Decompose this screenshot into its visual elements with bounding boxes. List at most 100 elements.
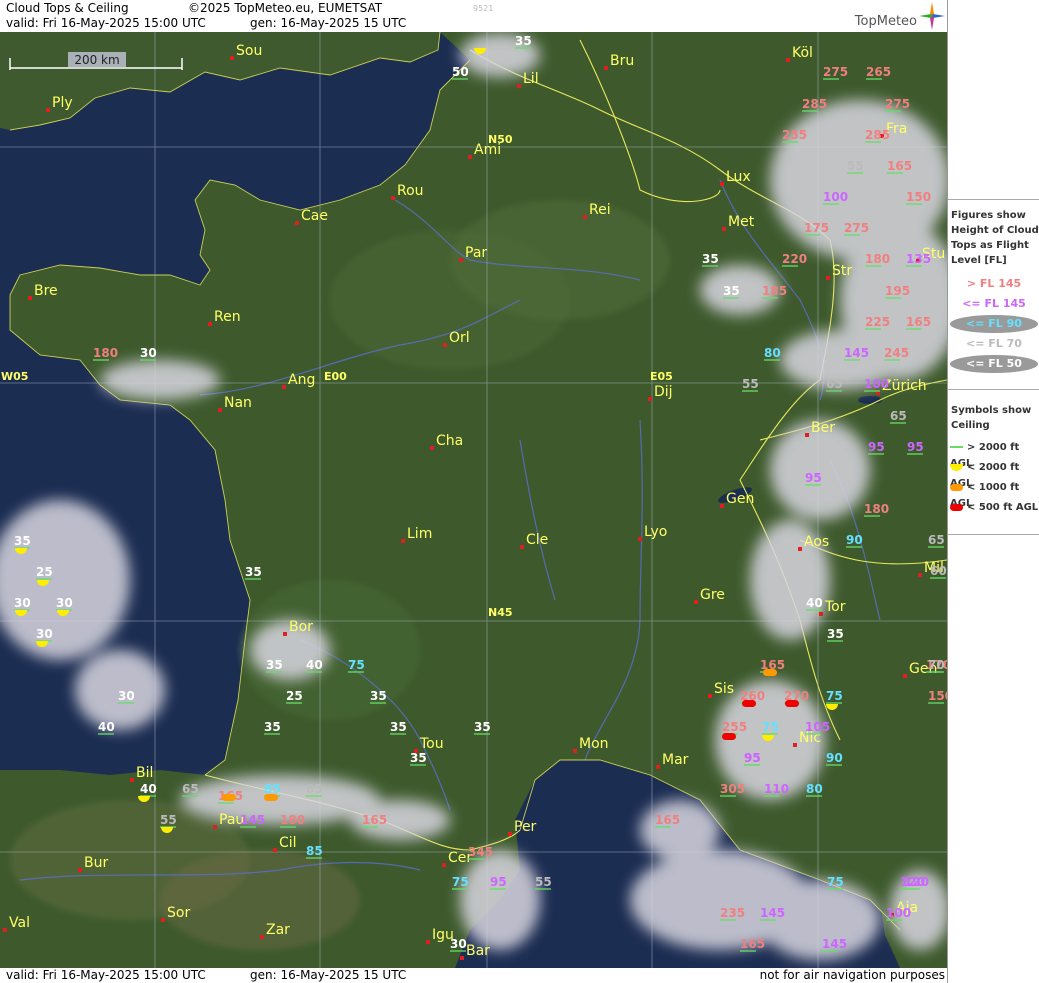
cloud-top-value: 35: [410, 751, 427, 765]
cloud-top-value: 195: [885, 284, 910, 298]
city-label: Orl: [449, 330, 470, 346]
city-label: Rou: [397, 183, 424, 199]
cloud-top-value: 180: [865, 252, 890, 266]
grid-label-e05: E05: [650, 370, 673, 383]
cloud-top-value: 305: [720, 782, 745, 796]
footer-valid-time: valid: Fri 16-May-2025 15:00 UTC: [6, 968, 206, 982]
city-label: Lil: [523, 71, 539, 87]
city-label: Ren: [214, 309, 241, 325]
cloud-top-value: 65: [826, 377, 843, 391]
cloud-top-value: 180: [280, 813, 305, 827]
city-dot: [430, 446, 434, 450]
cloud-top-value: 35: [266, 658, 283, 672]
city-dot: [78, 868, 82, 872]
grid-label-w05: W05: [1, 370, 28, 383]
city-dot: [283, 632, 287, 636]
city-dot: [798, 547, 802, 551]
legend-item-fl-above-145: > FL 145: [966, 277, 1022, 290]
grid-label-n45: N45: [488, 606, 513, 619]
compass-star-icon: [919, 2, 945, 30]
cloud-top-value: 80: [764, 346, 781, 360]
ceiling-below-500-icon: [785, 700, 799, 707]
city-label: Lyo: [644, 524, 667, 540]
cloud-top-value: 75: [827, 875, 844, 889]
cloud-top-value: 165: [740, 937, 765, 951]
lake-constance: [858, 396, 882, 404]
city-label: Ber: [811, 420, 835, 436]
cloud-top-value: 165: [362, 813, 387, 827]
cloud-top-value: 95: [805, 471, 822, 485]
map-title: Cloud Tops & Ceiling: [6, 1, 129, 15]
cloud-top-value: 55: [742, 377, 759, 391]
cloud-top-value: 75: [826, 689, 843, 703]
cloud-top-value: 145: [240, 813, 265, 827]
city-dot: [230, 56, 234, 60]
cloud-top-value: 165: [906, 315, 931, 329]
city-dot: [443, 343, 447, 347]
map-canvas[interactable]: N50 N45 E00 E05 W05 200 km SouBru KölPlyL…: [0, 32, 947, 968]
city-dot: [520, 545, 524, 549]
city-label: Bur: [84, 855, 108, 871]
cloud-top-value: 65: [928, 533, 945, 547]
cloud-top-value: 35: [245, 565, 262, 579]
cloud-top-value: 40: [806, 596, 823, 610]
generated-time: gen: 16-May-2025 15 UTC: [250, 16, 407, 30]
cloud-top-value: 180: [93, 346, 118, 360]
city-label: Bil: [136, 765, 153, 781]
city-dot: [826, 276, 830, 280]
disclaimer: not for air navigation purposes: [759, 968, 945, 982]
cloud-top-value: 35: [264, 720, 281, 734]
city-dot: [282, 385, 286, 389]
satellite-map[interactable]: N50 N45 E00 E05 W05 200 km Sou Bru Köl Ply L…: [0, 32, 947, 968]
copyright-text: ©2025 TopMeteo.eu, EUMETSAT: [188, 1, 383, 15]
footer-generated-time: gen: 16-May-2025 15 UTC: [250, 968, 407, 982]
valid-time: valid: Fri 16-May-2025 15:00 UTC: [6, 16, 206, 30]
city-label: Zar: [266, 922, 290, 938]
city-label: Met: [728, 214, 755, 230]
cloud-top-value: 35: [702, 252, 719, 266]
cloud-top-value: 95: [490, 875, 507, 889]
city-dot: [918, 573, 922, 577]
city-dot: [805, 433, 809, 437]
cloud-top-value: 285: [802, 97, 827, 111]
city-dot: [273, 848, 277, 852]
city-label: Cae: [301, 208, 328, 224]
cloud-top-value: 35: [370, 689, 387, 703]
city-label: Par: [465, 245, 487, 261]
cloud-top-value: 55: [847, 159, 864, 173]
cloud-top-value: 235: [720, 906, 745, 920]
city-label: Mon: [579, 736, 609, 752]
cloud-top-value: 30: [56, 596, 73, 610]
legend-title: Figures show Height of Cloud Tops as Fli…: [951, 208, 1039, 268]
city-dot: [391, 196, 395, 200]
symbol-above-2000: > 2000 ft AGL: [950, 440, 1039, 469]
cloud-top-value: 275: [823, 65, 848, 79]
cloud-top-value: 40: [306, 658, 323, 672]
cloud-top-value: 30: [450, 937, 467, 951]
cloud-top-value: 165: [887, 159, 912, 173]
city-dot: [442, 863, 446, 867]
city-label: Rei: [589, 202, 611, 218]
cloud-top-value: 35: [474, 720, 491, 734]
legend-item-fl-70: <= FL 70: [966, 337, 1022, 350]
city-dot: [694, 600, 698, 604]
city-label: Bre: [34, 283, 58, 299]
city-label: Val: [9, 915, 30, 931]
cloud-top-value: 30: [14, 596, 31, 610]
brand-logo-text[interactable]: TopMeteo: [855, 14, 917, 29]
city-dot: [573, 749, 577, 753]
legend-divider: [948, 199, 1039, 200]
cloud-top-value: 145: [844, 346, 869, 360]
city-dot: [722, 227, 726, 231]
cloud-top-value: 30: [140, 346, 157, 360]
cloud-top-value: 220: [782, 252, 807, 266]
cloud-top-value: 75: [348, 658, 365, 672]
city-dot: [459, 258, 463, 262]
city-label: Per: [514, 819, 537, 835]
cloud-top-value: 85: [264, 782, 281, 796]
cloud-top-value: 55: [160, 813, 177, 827]
legend-title-line: Level [FL]: [951, 255, 1007, 266]
cloud-top-value: 25: [36, 565, 53, 579]
city-dot: [218, 408, 222, 412]
cloud-top-value: 95: [744, 751, 761, 765]
